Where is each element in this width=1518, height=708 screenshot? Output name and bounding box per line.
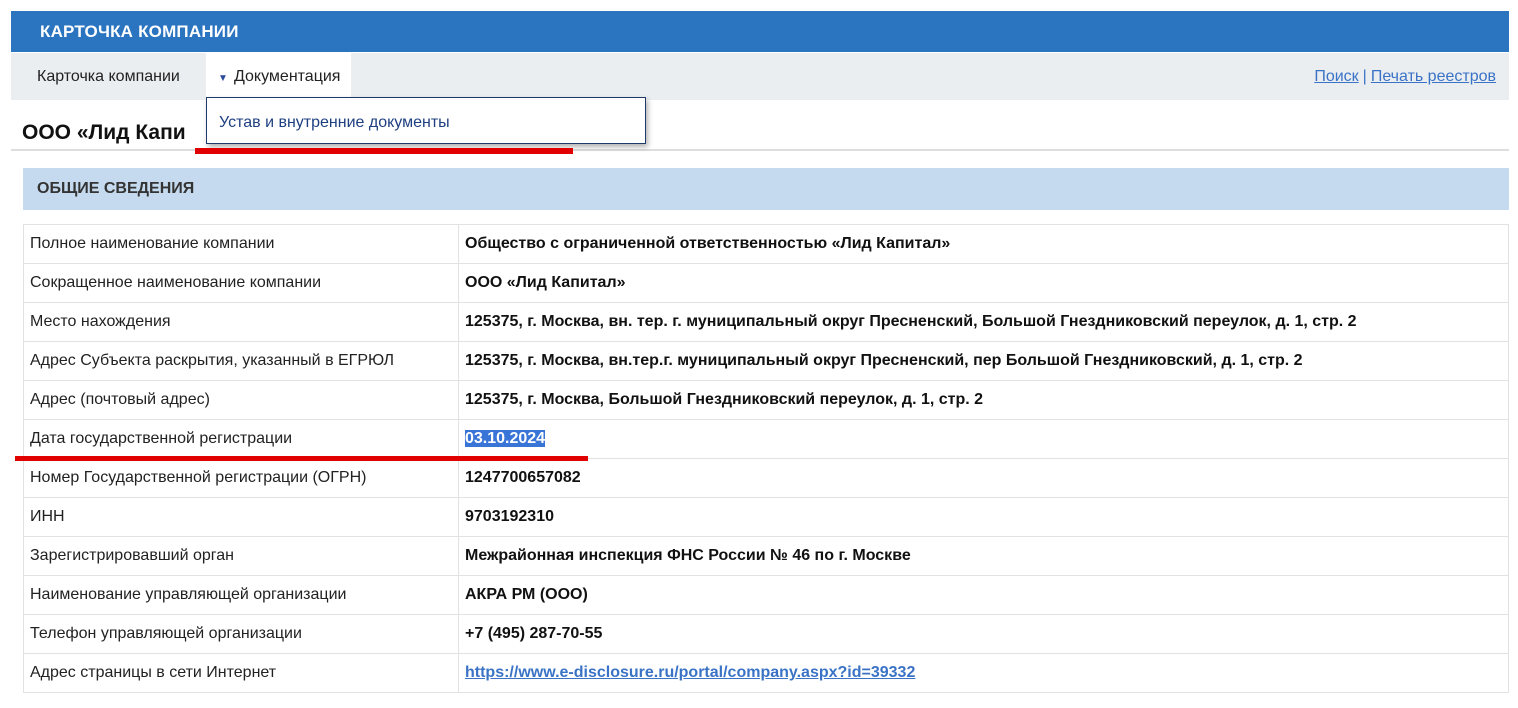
documentation-dropdown: Устав и внутренние документы — [206, 97, 646, 144]
page-header: КАРТОЧКА КОМПАНИИ — [11, 11, 1509, 52]
header-title: КАРТОЧКА КОМПАНИИ — [40, 22, 239, 41]
row-value: 125375, г. Москва, вн. тер. г. муниципал… — [458, 302, 1509, 342]
dropdown-item-charter[interactable]: Устав и внутренние документы — [219, 114, 450, 132]
red-underline-annotation — [195, 148, 573, 154]
separator: | — [1362, 68, 1367, 85]
row-label: Адрес Субъекта раскрытия, указанный в ЕГ… — [23, 341, 459, 381]
row-label: ИНН — [23, 497, 459, 537]
triangle-down-icon: ▼ — [218, 73, 228, 84]
table-row: Наименование управляющей организации АКРА… — [23, 575, 1509, 615]
table-row: ИНН 9703192310 — [23, 497, 1509, 537]
table-row: Адрес (почтовый адрес) 125375, г. Москва,… — [23, 380, 1509, 420]
nav-documentation[interactable]: ▼ Документация — [206, 53, 351, 100]
value-text: 125375, г. Москва, вн. тер. г. муниципал… — [465, 313, 1357, 330]
page-title: ООО «Лид Капи — [22, 121, 186, 144]
table-row: Сокращенное наименование компании ООО «Ли… — [23, 263, 1509, 303]
red-underline-annotation — [15, 456, 588, 461]
print-registers-link[interactable]: Печать реестров — [1371, 68, 1496, 85]
row-label: Сокращенное наименование компании — [23, 263, 459, 303]
value-text: Общество с ограниченной ответственностью… — [465, 235, 951, 252]
table-row: Зарегистрировавший орган Межрайонная инсп… — [23, 536, 1509, 576]
value-text: 9703192310 — [465, 508, 554, 525]
table-row: Телефон управляющей организации +7 (495) … — [23, 614, 1509, 654]
row-label: Зарегистрировавший орган — [23, 536, 459, 576]
row-value: ООО «Лид Капитал» — [458, 263, 1509, 303]
row-label: Полное наименование компании — [23, 224, 459, 264]
row-value: +7 (495) 287-70-55 — [458, 614, 1509, 654]
nav-links: Поиск | Печать реестров — [1314, 68, 1496, 86]
website-link[interactable]: https://www.e-disclosure.ru/portal/compa… — [465, 664, 915, 681]
row-value: 125375, г. Москва, Большой Гнездниковски… — [458, 380, 1509, 420]
value-text: 125375, г. Москва, вн.тер.г. муниципальн… — [465, 352, 1303, 369]
nav-documentation-label: Документация — [234, 68, 341, 85]
search-link[interactable]: Поиск — [1314, 68, 1358, 85]
table-row: Дата государственной регистрации 03.10.20… — [23, 419, 1509, 459]
value-text: 1247700657082 — [465, 469, 581, 486]
nav-bar: Карточка компании ▼ Документация Поиск | П… — [11, 53, 1509, 100]
row-value: https://www.e-disclosure.ru/portal/compa… — [458, 653, 1509, 693]
value-text: 125375, г. Москва, Большой Гнездниковски… — [465, 391, 984, 408]
section-title: ОБЩИЕ СВЕДЕНИЯ — [37, 180, 195, 197]
row-label: Номер Государственной регистрации (ОГРН) — [23, 458, 459, 498]
value-text: +7 (495) 287-70-55 — [465, 625, 603, 642]
row-value: 9703192310 — [458, 497, 1509, 537]
row-value: Общество с ограниченной ответственностью… — [458, 224, 1509, 264]
row-value: 03.10.2024 — [458, 419, 1509, 459]
row-label: Адрес (почтовый адрес) — [23, 380, 459, 420]
row-label: Дата государственной регистрации — [23, 419, 459, 459]
value-text: ООО «Лид Капитал» — [465, 274, 626, 291]
row-label: Телефон управляющей организации — [23, 614, 459, 654]
nav-company-card[interactable]: Карточка компании — [37, 68, 180, 86]
value-text: АКРА РМ (ООО) — [465, 586, 588, 603]
selected-date-value: 03.10.2024 — [465, 430, 546, 447]
row-label: Адрес страницы в сети Интернет — [23, 653, 459, 693]
value-text: Межрайонная инспекция ФНС России № 46 по… — [465, 547, 911, 564]
row-value: АКРА РМ (ООО) — [458, 575, 1509, 615]
table-row: Полное наименование компании Общество с о… — [23, 224, 1509, 264]
table-row: Номер Государственной регистрации (ОГРН)… — [23, 458, 1509, 498]
table-row: Адрес Субъекта раскрытия, указанный в ЕГ… — [23, 341, 1509, 381]
row-value: 1247700657082 — [458, 458, 1509, 498]
row-label: Наименование управляющей организации — [23, 575, 459, 615]
row-value: Межрайонная инспекция ФНС России № 46 по… — [458, 536, 1509, 576]
table-row: Место нахождения 125375, г. Москва, вн. т… — [23, 302, 1509, 342]
table-row: Адрес страницы в сети Интернет https://ww… — [23, 653, 1509, 693]
row-label: Место нахождения — [23, 302, 459, 342]
row-value: 125375, г. Москва, вн.тер.г. муниципальн… — [458, 341, 1509, 381]
section-header: ОБЩИЕ СВЕДЕНИЯ — [23, 168, 1509, 210]
